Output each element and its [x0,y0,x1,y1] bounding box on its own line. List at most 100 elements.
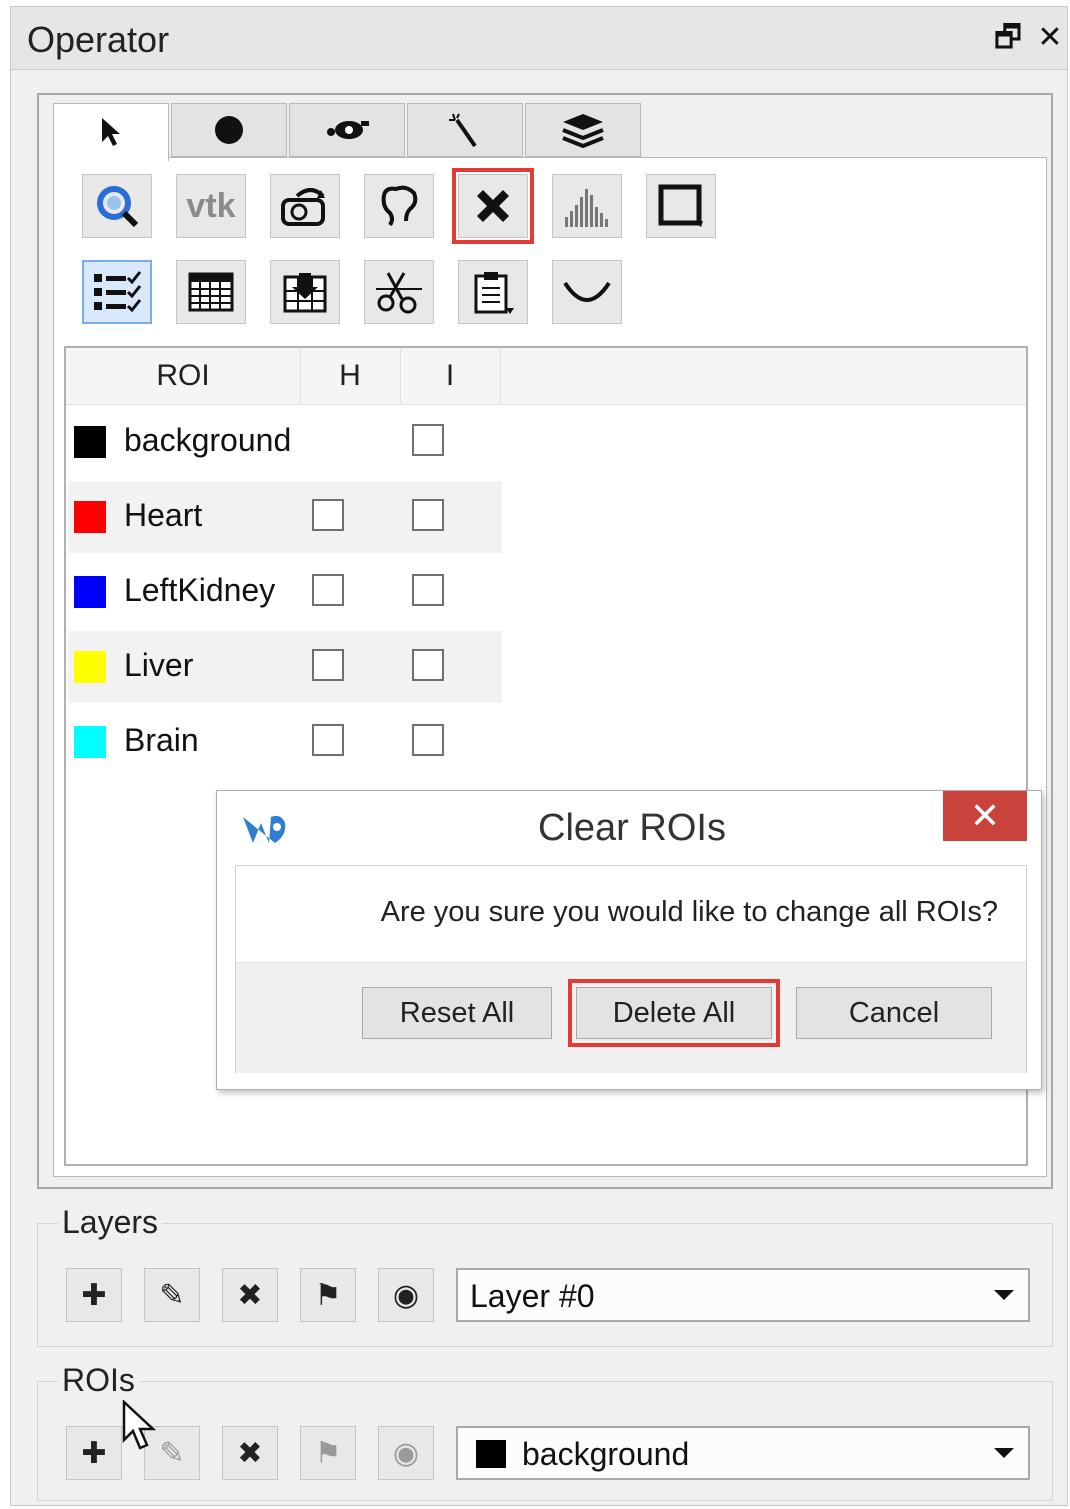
toggle-roi-visibility-button[interactable]: ◉ [378,1426,434,1480]
toggle-layer-visibility-button[interactable]: ◉ [378,1268,434,1322]
pointer-icon [102,117,120,146]
brush-layer-button[interactable]: ⚑ [300,1268,356,1322]
tab-eye-drop[interactable] [289,103,405,157]
panel-titlebar: Operator 🗗 ✕ [11,7,1067,70]
scissors-icon [376,272,422,314]
histogram-button[interactable] [552,174,622,238]
color-swatch [74,651,106,683]
panel-title: Operator [27,19,170,60]
checklist-icon [94,271,142,313]
brush-icon: ⚑ [314,1278,342,1312]
layers-label: Layers [58,1204,163,1241]
column-header-i[interactable]: I [400,348,501,404]
checkbox-h[interactable] [312,724,344,756]
cancel-button[interactable]: Cancel [796,987,992,1039]
add-roi-button[interactable]: ✚ [66,1426,122,1480]
tab-circle[interactable] [171,103,287,157]
lasso-icon [381,185,418,227]
lasso-button[interactable] [364,174,434,238]
dialog-title: Clear ROIs [538,807,726,849]
roi-select-value: background [522,1436,690,1472]
roi-row-background[interactable]: background [68,406,502,478]
dialog-message: Are you sure you would like to change al… [380,896,998,928]
checkbox-h[interactable] [312,649,344,681]
curve-icon [563,281,611,302]
rectangle-button[interactable] [646,174,716,238]
edit-pencil-icon: ✎ [159,1278,185,1312]
add-layer-button[interactable]: ✚ [66,1268,122,1322]
tab-pointer[interactable] [53,103,169,161]
restore-icon[interactable]: 🗗 [993,21,1023,55]
curve-button[interactable] [552,260,622,324]
roi-row-liver[interactable]: Liver [68,631,502,703]
checkbox-i[interactable] [412,724,444,756]
add-icon: ✚ [81,1278,107,1312]
checkbox-h[interactable] [312,574,344,606]
clipboard-paste-icon [474,272,514,314]
import-icon [283,273,327,313]
checkbox-i[interactable] [412,424,444,456]
delete-layer-button[interactable]: ✖ [222,1268,278,1322]
grid-table-button[interactable] [176,260,246,324]
checkbox-i[interactable] [412,649,444,681]
clear-rois-dialog: Clear ROIs ✕ Are you sure you would like… [216,790,1042,1090]
rectangle-icon [658,184,703,227]
eye-icon: ◉ [392,1278,420,1312]
color-swatch [74,576,106,608]
circle-icon [215,116,243,144]
tab-layers-stack[interactable] [525,103,641,157]
delete-roi-button[interactable]: ✖ [222,1426,278,1480]
roi-row-heart[interactable]: Heart [68,481,502,553]
close-icon[interactable]: ✕ [1035,21,1065,55]
roi-row-leftkidney[interactable]: LeftKidney [68,556,502,628]
roi-list-button[interactable] [82,260,152,324]
dialog-button-bar: Reset All Delete All Cancel [236,962,1026,1073]
dialog-close-button[interactable]: ✕ [943,791,1027,841]
layer-select[interactable]: Layer #0 [456,1268,1030,1322]
scissors-button[interactable] [364,260,434,324]
roi-row-brain[interactable]: Brain [68,706,502,778]
magic-wand-icon [449,113,477,148]
tab-magic-wand[interactable] [407,103,523,157]
roi-name: Liver [124,647,194,683]
layer-select-value: Layer #0 [470,1278,595,1314]
add-icon: ✚ [81,1436,107,1470]
histogram-icon [565,189,608,227]
column-header-roi[interactable]: ROI [66,348,301,404]
brush-roi-button[interactable]: ⚑ [300,1426,356,1480]
edit-layer-button[interactable]: ✎ [144,1268,200,1322]
roi-name: Heart [124,497,203,533]
roi-name: background [124,422,292,458]
roi-select[interactable]: background [456,1426,1030,1480]
delete-icon: ✖ [237,1436,263,1470]
vtk-button[interactable]: vtk [176,174,246,238]
roi-name: Brain [124,722,199,758]
edit-pencil-icon: ✎ [159,1436,185,1470]
checkbox-i[interactable] [412,574,444,606]
clear-rois-button[interactable] [452,168,534,244]
dialog-body: Are you sure you would like to change al… [235,865,1027,1073]
color-swatch [74,501,106,533]
import-button[interactable] [270,260,340,324]
grid-table-icon [188,272,234,312]
roi-select-swatch [476,1440,506,1468]
search-roi-icon [97,186,139,228]
chevron-down-icon [994,1448,1014,1458]
layers-group: Layers ✚ ✎ ✖ ⚑ ◉ Layer #0 [37,1204,1053,1347]
checkbox-i[interactable] [412,499,444,531]
reset-all-button[interactable]: Reset All [362,987,552,1039]
roi-table-header: ROI H I [66,348,1026,405]
delete-all-button[interactable]: Delete All [568,979,780,1047]
checkbox-h[interactable] [312,499,344,531]
rotate-camera-icon [281,188,325,226]
roi-name: LeftKidney [124,572,276,608]
brush-icon: ⚑ [314,1436,342,1470]
vtk-icon: vtk [186,186,236,225]
color-swatch [74,426,106,458]
rotate-camera-button[interactable] [270,174,340,238]
column-header-h[interactable]: H [300,348,401,404]
operator-panel: Operator 🗗 ✕ vtk ROI H I background Hear… [10,6,1068,1506]
clipboard-paste-button[interactable] [458,260,528,324]
search-roi-button[interactable] [82,174,152,238]
mouse-cursor-icon [122,1400,157,1450]
